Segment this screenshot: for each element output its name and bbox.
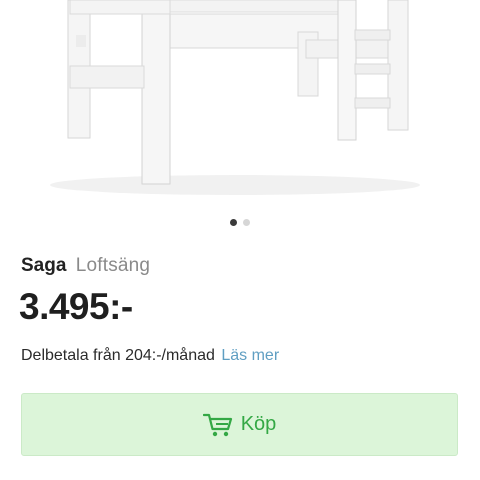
carousel-dot-active[interactable] — [230, 219, 237, 226]
loft-bed-illustration — [50, 0, 420, 195]
buy-button-label: Köp — [240, 413, 277, 435]
carousel-dot[interactable] — [243, 219, 250, 226]
product-image[interactable] — [0, 0, 480, 208]
product-type: Loftsäng — [75, 255, 151, 276]
read-more-link[interactable]: Läs mer — [221, 347, 279, 364]
product-title: Saga Loftsäng — [21, 254, 150, 278]
installment-text: Delbetala från 204:-/månad — [21, 347, 215, 364]
image-carousel-indicator — [0, 219, 480, 226]
product-brand: Saga — [21, 255, 67, 276]
buy-button[interactable]: Köp — [21, 393, 458, 456]
product-price: 3.495:- — [19, 286, 133, 327]
installment-info: Delbetala från 204:-/månad Läs mer — [21, 345, 279, 367]
cart-icon — [202, 412, 233, 438]
